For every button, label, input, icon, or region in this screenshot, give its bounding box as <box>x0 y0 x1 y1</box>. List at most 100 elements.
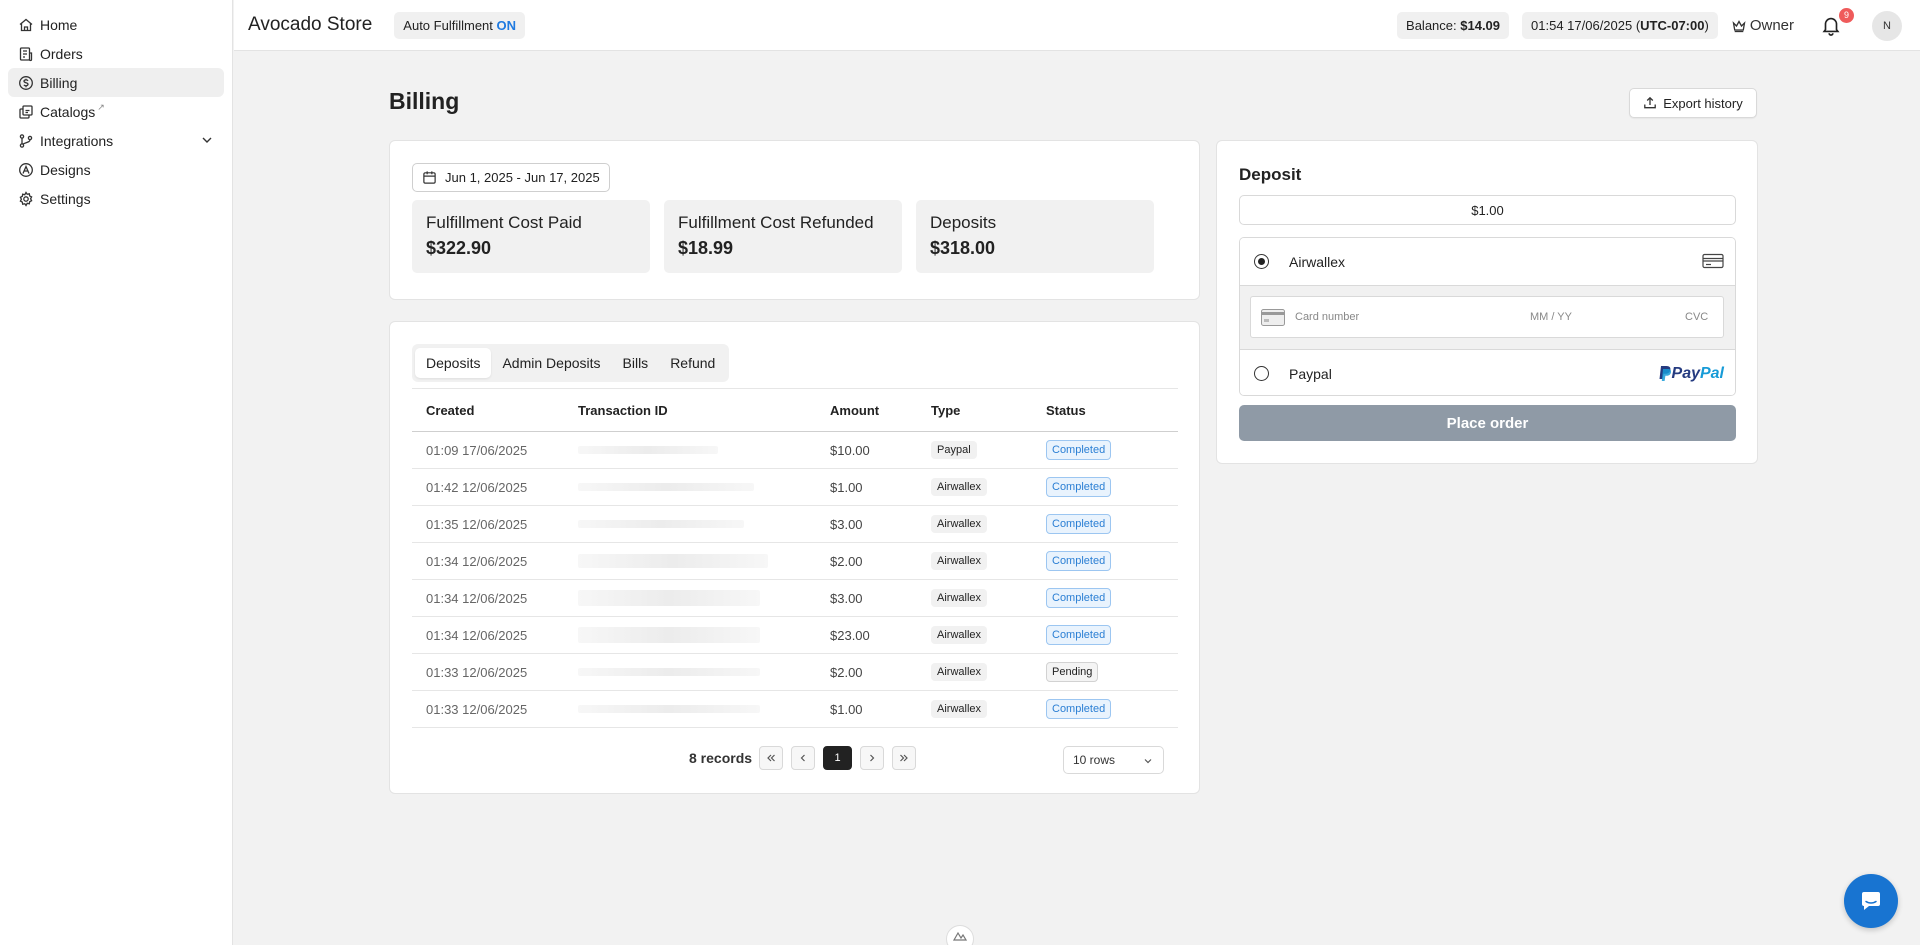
expiry-placeholder: MM / YY <box>1530 311 1572 323</box>
cell-amount: $3.00 <box>830 590 863 606</box>
tab-deposits[interactable]: Deposits <box>415 348 492 378</box>
payment-methods: Airwallex Card number MM / YY CVC Paypal… <box>1239 237 1736 396</box>
cell-transaction-id <box>578 654 830 691</box>
stat-value: $318.00 <box>930 238 996 258</box>
cell-type: Airwallex <box>931 654 1046 691</box>
notification-count-badge: 9 <box>1839 7 1854 23</box>
next-page-button[interactable] <box>860 746 885 770</box>
sidebar-item-orders[interactable]: Orders <box>8 39 224 68</box>
datetime-close: ) <box>1704 18 1709 33</box>
sidebar-item-label: Settings <box>40 190 91 207</box>
last-page-button[interactable] <box>892 746 917 770</box>
datetime-badge: 01:54 17/06/2025 (UTC-07:00) <box>1522 12 1718 39</box>
cell-status: Completed <box>1046 469 1178 506</box>
table-header-row: Created Transaction ID Amount Type Statu… <box>412 388 1178 432</box>
table-row[interactable]: 01:09 17/06/2025 $10.00 Paypal Completed <box>412 432 1178 469</box>
table-row[interactable]: 01:35 12/06/2025 $3.00 Airwallex Complet… <box>412 506 1178 543</box>
cell-amount: $3.00 <box>830 516 863 532</box>
table-row[interactable]: 01:33 12/06/2025 $1.00 Airwallex Complet… <box>412 691 1178 728</box>
top-header: Avocado Store Auto Fulfillment ON Balanc… <box>234 0 1920 51</box>
payment-option-label: Airwallex <box>1289 253 1346 270</box>
table-row[interactable]: 01:42 12/06/2025 $1.00 Airwallex Complet… <box>412 469 1178 506</box>
payment-option-paypal[interactable]: Paypal Pay Pal <box>1240 350 1735 395</box>
column-header-created[interactable]: Created <box>412 389 578 432</box>
date-range-picker[interactable]: Jun 1, 2025 - Jun 17, 2025 <box>412 163 610 192</box>
deposit-card: Deposit Airwallex Card number MM / YY CV… <box>1216 140 1758 464</box>
avatar[interactable]: N <box>1872 10 1902 41</box>
paypal-logo-text-2: Pal <box>1699 365 1724 382</box>
auto-fulfillment-toggle[interactable]: Auto Fulfillment ON <box>394 11 526 39</box>
auto-fulfillment-state: ON <box>496 17 517 33</box>
tab-bills[interactable]: Bills <box>612 348 660 378</box>
sidebar-item-home[interactable]: Home <box>8 10 224 39</box>
redacted-transaction-id <box>578 627 760 643</box>
radio-airwallex[interactable] <box>1254 254 1269 269</box>
redacted-transaction-id <box>578 590 760 606</box>
auto-fulfillment-label: Auto Fulfillment <box>403 17 493 33</box>
chat-button[interactable] <box>1844 874 1898 928</box>
designs-icon <box>18 162 34 178</box>
payment-option-airwallex[interactable]: Airwallex <box>1240 238 1735 285</box>
type-badge: Airwallex <box>931 589 988 607</box>
sidebar-item-label: Catalogs <box>40 103 96 120</box>
cell-transaction-id <box>578 617 830 654</box>
sidebar-item-label: Designs <box>40 161 91 178</box>
catalog-icon <box>18 104 34 120</box>
transactions-card: Deposits Admin Deposits Bills Refund Cre… <box>389 321 1200 794</box>
export-history-button[interactable]: Export history <box>1629 88 1757 118</box>
card-details-area: Card number MM / YY CVC <box>1240 285 1735 350</box>
column-header-amount[interactable]: Amount <box>830 389 931 432</box>
radio-paypal[interactable] <box>1254 366 1269 381</box>
notifications-button[interactable]: 9 <box>1820 7 1854 38</box>
first-page-button[interactable] <box>759 746 784 770</box>
table-row[interactable]: 01:34 12/06/2025 $23.00 Airwallex Comple… <box>412 617 1178 654</box>
deposit-title: Deposit <box>1239 165 1302 184</box>
cell-transaction-id <box>578 543 830 580</box>
upload-icon <box>1644 96 1657 109</box>
tab-admin-deposits[interactable]: Admin Deposits <box>491 348 611 378</box>
cell-amount: $23.00 <box>830 627 870 643</box>
cell-type: Airwallex <box>931 469 1046 506</box>
sidebar-item-designs[interactable]: Designs <box>8 155 224 184</box>
sidebar-item-billing[interactable]: Billing <box>8 68 224 97</box>
sidebar: Home Orders Billing Catalogs ↗ Integrati… <box>0 0 233 945</box>
role-menu[interactable]: Owner <box>1731 17 1794 34</box>
stat-value: $18.99 <box>678 238 734 258</box>
sidebar-item-catalogs[interactable]: Catalogs ↗ <box>8 97 224 126</box>
paypal-logo-text-1: Pay <box>1671 365 1700 382</box>
page-number-button[interactable]: 1 <box>823 746 853 770</box>
chevron-down-icon[interactable] <box>200 133 214 147</box>
sidebar-item-settings[interactable]: Settings <box>8 184 224 213</box>
stat-label: Fulfillment Cost Paid <box>426 213 582 232</box>
status-badge: Completed <box>1046 551 1112 571</box>
external-link-icon: ↗ <box>97 102 105 112</box>
cell-transaction-id <box>578 506 830 543</box>
chat-icon <box>1862 892 1880 910</box>
rows-per-page-select[interactable]: 10 rows <box>1063 746 1164 774</box>
prev-page-button[interactable] <box>791 746 816 770</box>
crown-icon <box>1732 19 1746 32</box>
card-icon <box>1261 309 1285 326</box>
cell-type: Airwallex <box>931 506 1046 543</box>
type-badge: Airwallex <box>931 626 988 644</box>
column-header-status[interactable]: Status <box>1046 389 1178 432</box>
card-input[interactable]: Card number MM / YY CVC <box>1250 296 1724 338</box>
column-header-transaction-id[interactable]: Transaction ID <box>578 389 830 432</box>
deposit-amount-input[interactable] <box>1239 195 1736 225</box>
place-order-button[interactable]: Place order <box>1239 405 1736 441</box>
table-row[interactable]: 01:33 12/06/2025 $2.00 Airwallex Pending <box>412 654 1178 691</box>
pagination: 8 records 1 <box>689 746 924 770</box>
cell-created: 01:35 12/06/2025 <box>426 516 528 532</box>
status-badge: Completed <box>1046 477 1112 497</box>
cell-created: 01:34 12/06/2025 <box>426 627 528 643</box>
app-logo-icon[interactable] <box>946 925 974 945</box>
table-row[interactable]: 01:34 12/06/2025 $2.00 Airwallex Complet… <box>412 543 1178 580</box>
cell-status: Completed <box>1046 617 1178 654</box>
sidebar-item-integrations[interactable]: Integrations <box>8 126 224 155</box>
cell-type: Paypal <box>931 432 1046 469</box>
tab-refund[interactable]: Refund <box>659 348 726 378</box>
table-row[interactable]: 01:34 12/06/2025 $3.00 Airwallex Complet… <box>412 580 1178 617</box>
dollar-icon <box>18 75 34 91</box>
redacted-transaction-id <box>578 668 760 676</box>
column-header-type[interactable]: Type <box>931 389 1046 432</box>
